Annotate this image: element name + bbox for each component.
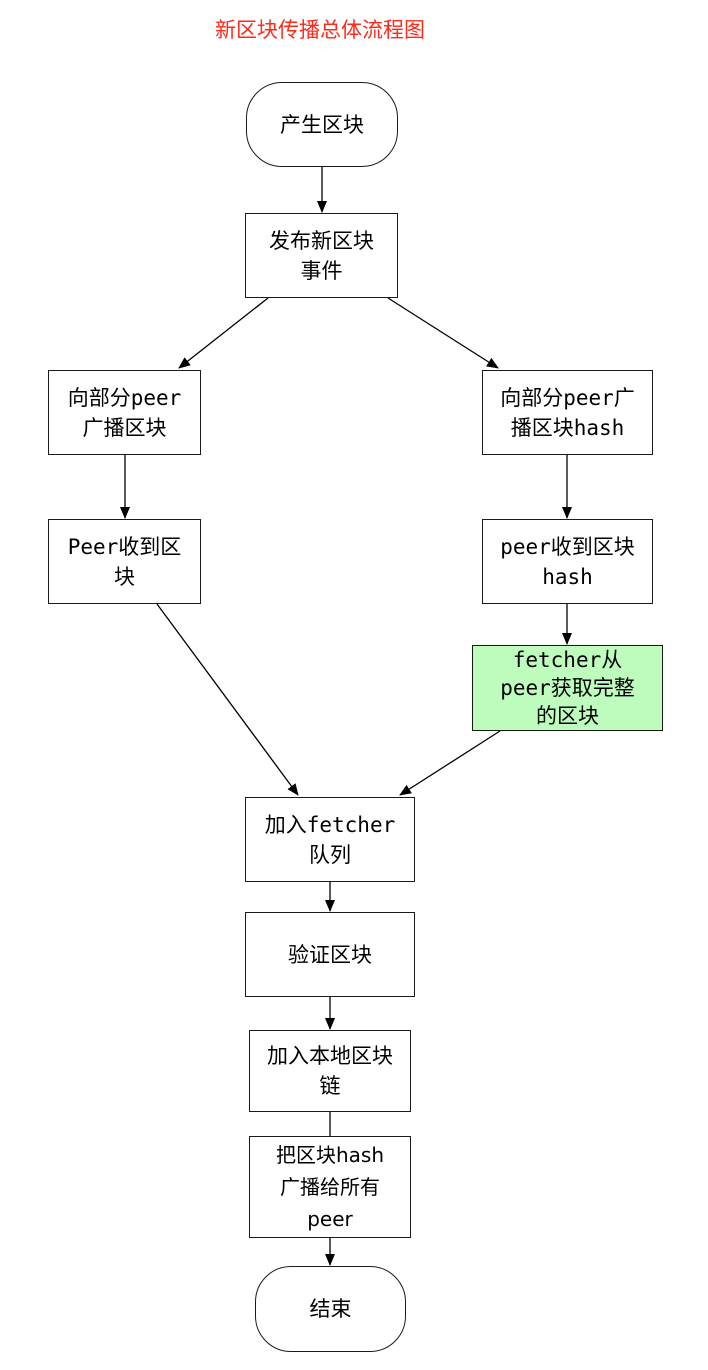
end-label: 结束 bbox=[309, 1297, 352, 1321]
recv-hash-label: peer收到区块 hash bbox=[500, 534, 635, 589]
broadcast-hash-node: 向部分peer广 播区块hash bbox=[482, 370, 653, 455]
add-local-chain-label: 加入本地区块 链 bbox=[267, 1044, 393, 1098]
enqueue-fetcher-node: 加入fetcher 队列 bbox=[245, 797, 415, 882]
arrow-publish-to-broadcast-hash bbox=[387, 297, 499, 369]
start-node: 产生区块 bbox=[246, 82, 398, 167]
recv-block-label: Peer收到区 块 bbox=[67, 534, 182, 589]
arrow-fetch-to-enqueue bbox=[399, 730, 501, 796]
broadcast-block-node: 向部分peer 广播区块 bbox=[48, 370, 201, 455]
broadcast-hash-label: 向部分peer广 播区块hash bbox=[500, 385, 635, 440]
broadcast-block-label: 向部分peer 广播区块 bbox=[67, 385, 182, 440]
verify-block-node: 验证区块 bbox=[245, 912, 415, 997]
fetch-full-block-label: fetcher从 peer获取完整 的区块 bbox=[500, 648, 635, 728]
broadcast-all-node: 把区块hash 广播给所有 peer bbox=[249, 1136, 411, 1238]
enqueue-fetcher-label: 加入fetcher 队列 bbox=[264, 812, 396, 867]
end-node: 结束 bbox=[255, 1266, 406, 1352]
recv-block-node: Peer收到区 块 bbox=[48, 519, 201, 604]
fetch-full-block-node: fetcher从 peer获取完整 的区块 bbox=[472, 645, 663, 731]
recv-hash-node: peer收到区块 hash bbox=[482, 519, 653, 604]
flowchart-canvas: { "title": "新区块传播总体流程图", "nodes": { "sta… bbox=[0, 0, 708, 1370]
start-label: 产生区块 bbox=[280, 112, 364, 137]
verify-block-label: 验证区块 bbox=[288, 942, 372, 967]
broadcast-all-label: 把区块hash 广播给所有 peer bbox=[275, 1143, 385, 1231]
arrow-recv-block-to-enqueue bbox=[156, 603, 299, 796]
arrow-publish-to-broadcast-block bbox=[178, 297, 269, 369]
publish-event-label: 发布新区块 事件 bbox=[269, 228, 374, 283]
add-local-chain-node: 加入本地区块 链 bbox=[249, 1030, 411, 1112]
publish-event-node: 发布新区块 事件 bbox=[245, 213, 398, 298]
